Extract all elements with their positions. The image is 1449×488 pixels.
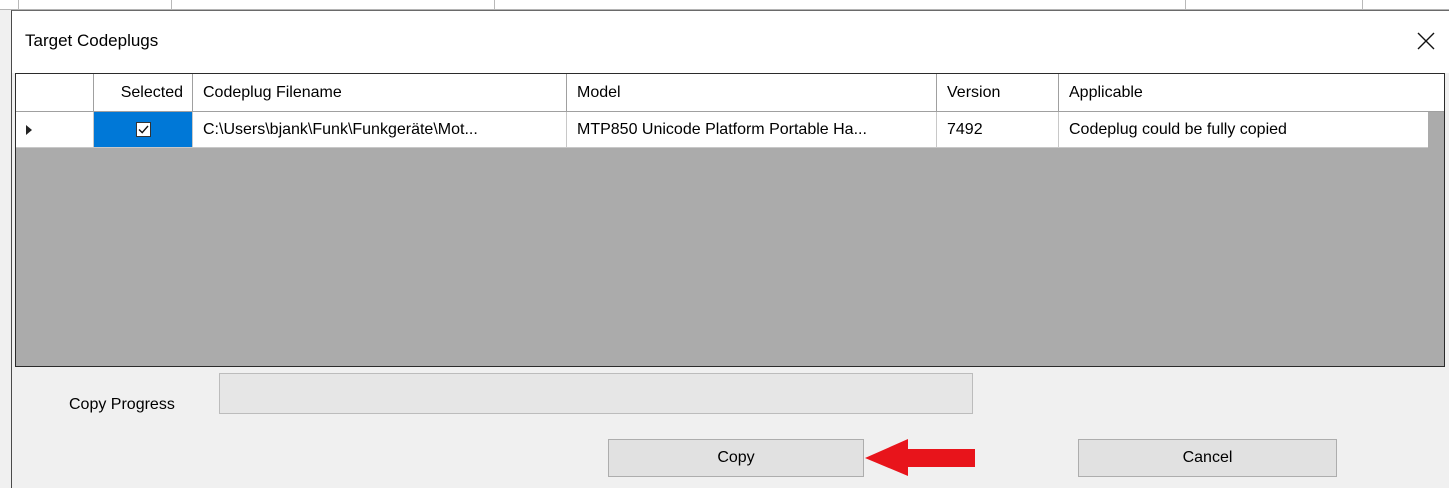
selected-checkbox[interactable] <box>135 122 151 137</box>
dialog-title: Target Codeplugs <box>25 31 159 50</box>
copy-button[interactable]: Copy <box>608 439 864 477</box>
row-header-column <box>16 74 94 111</box>
close-button[interactable] <box>1403 11 1449 71</box>
column-header-applicable[interactable]: Applicable <box>1059 74 1428 111</box>
column-header-model[interactable]: Model <box>567 74 937 111</box>
background-divider <box>171 0 172 9</box>
current-row-arrow-icon <box>26 124 32 135</box>
table-row[interactable]: C:\Users\bjank\Funk\Funkgeräte\Mot... MT… <box>16 112 1428 148</box>
copy-progress-bar <box>219 373 973 414</box>
selected-cell[interactable] <box>94 112 193 147</box>
codeplug-grid[interactable]: Selected Codeplug Filename Model Version… <box>15 73 1445 367</box>
checkmark-icon <box>138 125 149 134</box>
column-header-version[interactable]: Version <box>937 74 1059 111</box>
background-divider <box>1362 0 1363 9</box>
background-divider <box>18 0 19 9</box>
column-header-filename[interactable]: Codeplug Filename <box>193 74 567 111</box>
column-header-selected[interactable]: Selected <box>94 74 193 111</box>
version-cell[interactable]: 7492 <box>937 112 1059 147</box>
model-cell[interactable]: MTP850 Unicode Platform Portable Ha... <box>567 112 937 147</box>
filename-cell[interactable]: C:\Users\bjank\Funk\Funkgeräte\Mot... <box>193 112 567 147</box>
target-codeplugs-dialog: Target Codeplugs Selected Codeplug Filen… <box>11 10 1449 488</box>
row-header[interactable] <box>16 112 94 147</box>
background-divider <box>494 0 495 9</box>
close-icon <box>1417 32 1435 50</box>
copy-progress-label: Copy Progress <box>69 396 175 413</box>
red-arrow-annotation-icon <box>865 439 975 476</box>
title-bar: Target Codeplugs <box>12 11 1449 73</box>
cancel-button[interactable]: Cancel <box>1078 439 1337 477</box>
grid-header: Selected Codeplug Filename Model Version… <box>16 74 1444 112</box>
background-window-strip <box>0 0 1449 10</box>
applicable-cell[interactable]: Codeplug could be fully copied <box>1059 112 1428 147</box>
background-divider <box>1185 0 1186 9</box>
